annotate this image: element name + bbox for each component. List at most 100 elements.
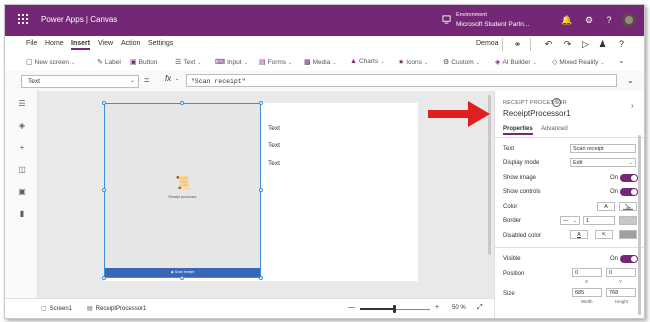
menu-home[interactable]: Home	[45, 40, 64, 47]
ai-builder-icon: ◈	[495, 59, 501, 66]
label-button[interactable]: ✎ Label	[97, 58, 121, 66]
chevron-down-icon: ⌄	[475, 60, 480, 66]
forms-button[interactable]: ▤ Forms ⌄	[259, 58, 292, 66]
redo-icon[interactable]: ↷	[562, 39, 573, 50]
app-launcher-icon[interactable]	[18, 14, 28, 24]
share-user-icon[interactable]: ♟	[597, 39, 608, 50]
formula-input[interactable]: "Scan receipt"	[186, 74, 617, 87]
menu-file[interactable]: File	[26, 40, 37, 47]
media-icon[interactable]: ▣	[17, 187, 27, 197]
panel-scrollbar[interactable]	[638, 135, 642, 315]
zoom-out-button[interactable]: —	[348, 304, 355, 311]
show-controls-toggle[interactable]	[620, 188, 638, 196]
position-y-input[interactable]: 0	[606, 268, 636, 277]
layers-icon[interactable]: ◈	[17, 121, 27, 131]
chevron-down-icon[interactable]: ⌄	[175, 76, 179, 82]
resize-handle[interactable]	[102, 188, 106, 192]
add-icon[interactable]: +	[17, 143, 27, 153]
disabled-border-picker[interactable]	[619, 230, 637, 239]
gear-icon[interactable]: ⚙	[583, 14, 595, 26]
chevron-right-icon[interactable]: ›	[631, 101, 634, 110]
zoom-in-button[interactable]: +	[435, 304, 439, 311]
zoom-slider-fill	[360, 308, 395, 310]
chevron-down-icon: ⌄	[532, 60, 537, 66]
zoom-slider-thumb[interactable]	[393, 305, 396, 313]
control-name[interactable]: ReceiptProcessor1	[503, 109, 571, 118]
ribbon-label: Button	[138, 59, 158, 66]
border-label: Border	[503, 218, 522, 224]
menu-insert[interactable]: Insert	[71, 40, 91, 50]
text-label-3[interactable]: Text	[268, 160, 280, 167]
screen1[interactable]: 📜 Receipt processor ◉ Scan receipt Text …	[102, 101, 418, 281]
button-button[interactable]: ▣ Button	[130, 58, 157, 66]
help-icon[interactable]: ?	[603, 14, 615, 26]
text-label-1[interactable]: Text	[268, 125, 280, 132]
border-style-select[interactable]: — ⌄	[560, 216, 580, 225]
input-button[interactable]: ⌨ Input ⌄	[215, 58, 248, 66]
disabled-color-text-picker[interactable]: A	[570, 230, 588, 239]
menu-view[interactable]: View	[98, 40, 113, 47]
position-x-input[interactable]: 0	[572, 268, 602, 277]
tab-properties[interactable]: Properties	[503, 126, 533, 135]
resize-handle[interactable]	[180, 101, 184, 105]
paint-bucket-icon: ⇱	[601, 232, 607, 238]
charts-button[interactable]: ▲ Charts ⌄	[350, 58, 384, 65]
border-thickness-input[interactable]: 1	[583, 216, 615, 225]
properties-panel: RECEIPT PROCESSOR ? › ReceiptProcessor1 …	[494, 91, 644, 318]
disabled-fill-picker[interactable]: ⇱	[595, 230, 613, 239]
environment-picker[interactable]: Environment Microsoft Student Partn...	[456, 11, 529, 29]
resize-handle[interactable]	[259, 188, 263, 192]
ribbon-overflow-chevron-icon[interactable]: ⌄	[618, 56, 625, 65]
data-icon[interactable]: ◫	[17, 165, 27, 175]
resize-handle[interactable]	[180, 276, 184, 280]
size-width-input[interactable]: 685	[572, 288, 602, 297]
color-text-picker[interactable]: A	[597, 202, 615, 211]
color-fill-picker[interactable]	[619, 202, 637, 211]
control-tab[interactable]: ▤ ReceiptProcessor1	[87, 305, 146, 312]
new-screen-button[interactable]: ▢ New screen ⌄	[26, 58, 75, 66]
button-icon: ▣	[130, 59, 137, 66]
hamburger-icon[interactable]: ☰	[17, 99, 27, 109]
undo-icon[interactable]: ↶	[543, 39, 554, 50]
menu-row: File Home Insert View Action Settings De…	[5, 36, 644, 53]
menu-settings[interactable]: Settings	[148, 40, 173, 47]
left-rail: ☰ ◈ + ◫ ▣ ▮	[5, 91, 38, 298]
media-button[interactable]: ▩ Media ⌄	[304, 58, 337, 66]
input-icon: ⌨	[215, 59, 226, 66]
tab-advanced[interactable]: Advanced	[541, 126, 568, 132]
chevron-down-icon: ⌄	[288, 60, 293, 66]
icons-button[interactable]: ★ Icons ⌄	[398, 58, 428, 66]
avatar[interactable]	[622, 13, 636, 27]
custom-button[interactable]: ⚙ Custom ⌄	[443, 58, 480, 66]
resize-handle[interactable]	[259, 101, 263, 105]
visible-toggle[interactable]	[620, 255, 638, 263]
expand-formula-chevron-icon[interactable]: ⌄	[627, 76, 634, 85]
show-image-toggle[interactable]	[620, 174, 638, 182]
bell-icon[interactable]: 🔔	[561, 14, 573, 26]
display-mode-select[interactable]: Edit ⌄	[570, 158, 636, 167]
app-checker-icon[interactable]: ⚭	[512, 39, 523, 50]
user-name[interactable]: Demoa	[476, 40, 499, 47]
mixed-reality-button[interactable]: ◇ Mixed Reality ⌄	[552, 58, 605, 66]
ai-builder-button[interactable]: ◈ AI Builder ⌄	[495, 58, 537, 66]
play-icon[interactable]: ▷	[580, 39, 591, 50]
resize-handle[interactable]	[102, 101, 106, 105]
size-height-input[interactable]: 768	[606, 288, 636, 297]
help-icon[interactable]: ?	[616, 39, 627, 50]
text-prop-input[interactable]: Scan receipt	[570, 144, 636, 153]
receipt-processor-control[interactable]: 📜 Receipt processor ◉ Scan receipt	[104, 103, 261, 278]
advanced-tools-icon[interactable]: ▮	[17, 209, 27, 219]
fx-icon[interactable]: fx	[165, 74, 171, 83]
fit-to-window-icon[interactable]: ⤢	[477, 304, 483, 312]
help-icon[interactable]: ?	[552, 98, 561, 107]
resize-handle[interactable]	[259, 276, 263, 280]
border-color-picker[interactable]	[619, 216, 637, 225]
resize-handle[interactable]	[102, 276, 106, 280]
menu-action[interactable]: Action	[121, 40, 140, 47]
property-selector[interactable]: Text ⌄	[21, 75, 139, 88]
ribbon-label: Custom	[451, 59, 474, 66]
text-button[interactable]: ☰ Text ⌄	[175, 58, 201, 66]
position-y-caption: Y	[619, 279, 623, 284]
screen-tab[interactable]: ▢ Screen1	[41, 305, 72, 312]
text-label-2[interactable]: Text	[268, 142, 280, 149]
